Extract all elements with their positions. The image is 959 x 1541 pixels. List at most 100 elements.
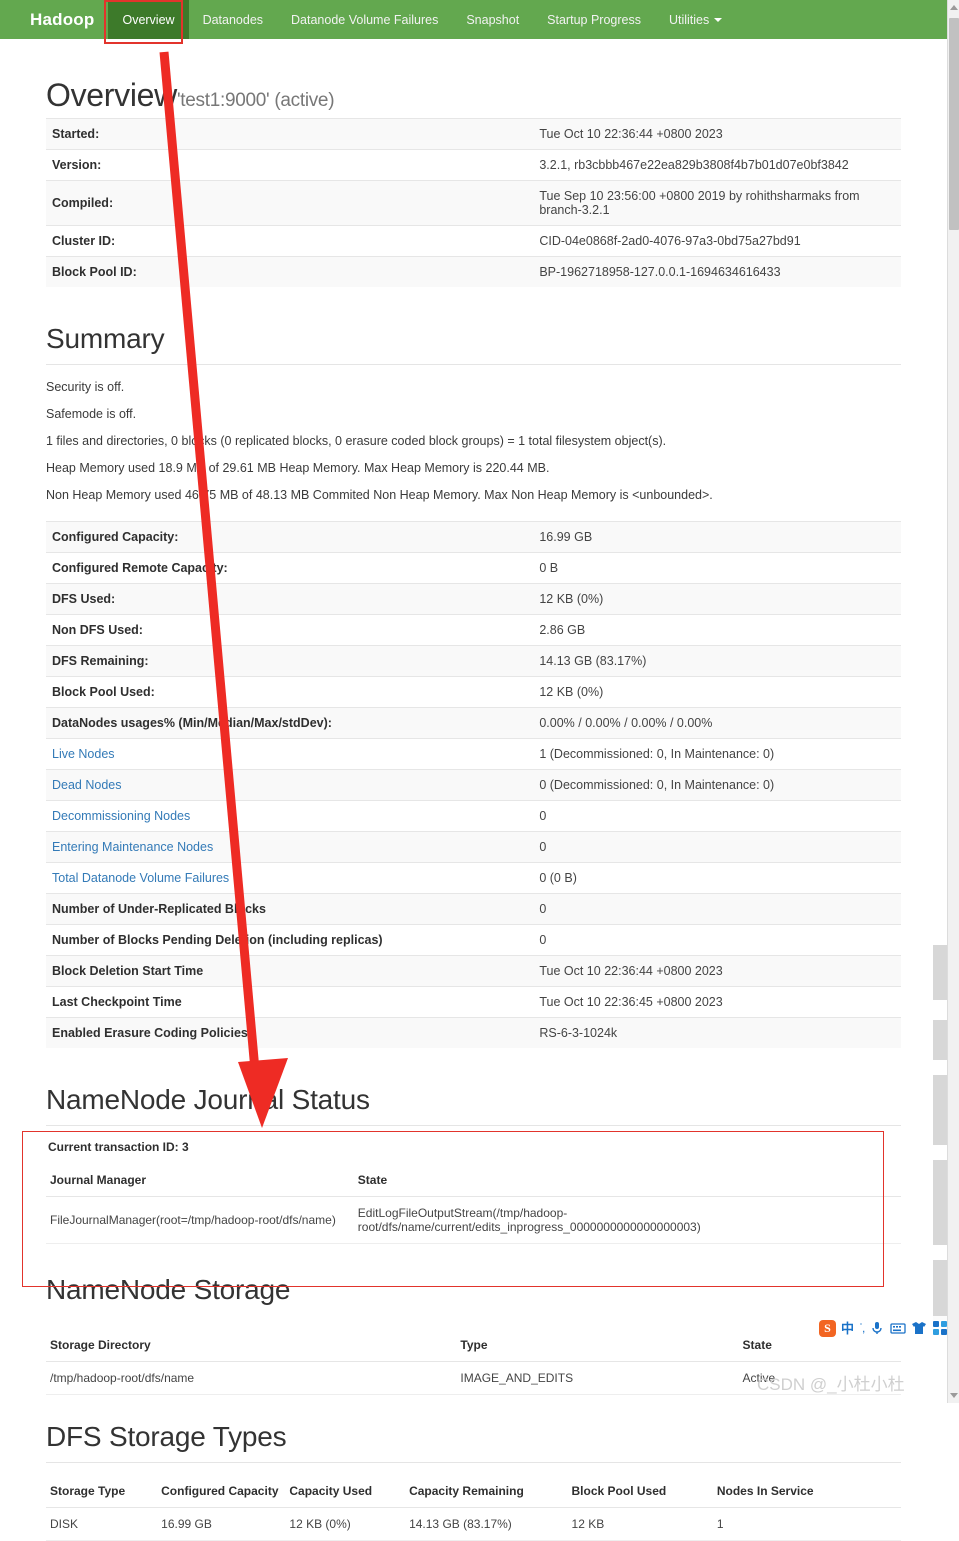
dfs-nodes-in-service-value: 1 <box>712 1507 901 1541</box>
keyboard-icon[interactable] <box>890 1320 907 1336</box>
table-row: Entering Maintenance Nodes 0 <box>46 831 901 863</box>
table-row: DFS Remaining: 14.13 GB (83.17%) <box>46 645 901 677</box>
table-row: DISK 16.99 GB 12 KB (0%) 14.13 GB (83.17… <box>46 1507 901 1541</box>
summary-row-value: 0 <box>533 800 901 832</box>
total-datanode-volume-failures-link[interactable]: Total Datanode Volume Failures <box>52 871 229 885</box>
table-row: Block Pool ID: BP-1962718958-127.0.0.1-1… <box>46 256 901 287</box>
summary-row-value: 12 KB (0%) <box>533 583 901 615</box>
summary-row-key: DataNodes usages% (Min/Median/Max/stdDev… <box>46 707 534 739</box>
page-title-text: Overview <box>46 77 177 113</box>
summary-row-value: 1 (Decommissioned: 0, In Maintenance: 0) <box>533 738 901 770</box>
storage-type-header: Type <box>456 1329 739 1363</box>
summary-row-value: 0 (0 B) <box>533 862 901 894</box>
summary-row-value: 12 KB (0%) <box>533 676 901 708</box>
apps-grid-icon[interactable] <box>932 1320 948 1336</box>
summary-row-key: Block Pool Used: <box>46 676 534 708</box>
skin-shirt-icon[interactable] <box>911 1320 927 1336</box>
summary-row-key-total-datanode-volume-failures: Total Datanode Volume Failures <box>46 862 534 894</box>
summary-row-value: 0 <box>533 893 901 925</box>
summary-row-value: 2.86 GB <box>533 614 901 646</box>
table-row: Compiled: Tue Sep 10 23:56:00 +0800 2019… <box>46 180 901 226</box>
journal-manager-value: FileJournalManager(root=/tmp/hadoop-root… <box>46 1196 354 1245</box>
summary-row-key-entering-maintenance-nodes: Entering Maintenance Nodes <box>46 831 534 863</box>
nav-item-datanodes-label: Datanodes <box>202 12 264 27</box>
journal-manager-header: Journal Manager <box>46 1164 354 1198</box>
overview-row-value: CID-04e0868f-2ad0-4076-97a3-0bd75a27bd91 <box>533 225 901 257</box>
dead-nodes-link[interactable]: Dead Nodes <box>52 778 122 792</box>
sogou-logo-icon[interactable]: S <box>819 1319 836 1337</box>
nav-item-datanode-volume-failures[interactable]: Datanode Volume Failures <box>277 0 452 39</box>
dfs-capacity-used-header: Capacity Used <box>285 1475 406 1509</box>
nav-item-datanodes[interactable]: Datanodes <box>189 0 277 39</box>
journal-state-header: State <box>353 1164 901 1198</box>
microphone-icon[interactable] <box>869 1320 885 1336</box>
punctuation-mode-icon[interactable]: ˈ, <box>859 1321 865 1335</box>
summary-row-key: DFS Used: <box>46 583 534 615</box>
summary-text-block: Security is off. Safemode is off. 1 file… <box>46 379 901 503</box>
table-row: Non DFS Used: 2.86 GB <box>46 614 901 646</box>
scrollbar-thumb[interactable] <box>949 18 959 230</box>
overview-row-value: BP-1962718958-127.0.0.1-1694634616433 <box>533 256 901 287</box>
summary-row-key: Non DFS Used: <box>46 614 534 646</box>
overview-row-value: 3.2.1, rb3cbbb467e22ea829b3808f4b7b01d07… <box>533 149 901 181</box>
dfs-storage-types-table: Storage Type Configured Capacity Capacit… <box>46 1475 901 1541</box>
decommissioning-nodes-link[interactable]: Decommissioning Nodes <box>52 809 190 823</box>
dfs-capacity-remaining-value: 14.13 GB (83.17%) <box>405 1507 568 1541</box>
table-row: Total Datanode Volume Failures 0 (0 B) <box>46 862 901 894</box>
overview-row-value: Tue Oct 10 22:36:44 +0800 2023 <box>533 118 901 150</box>
browser-scrollbar[interactable] <box>947 0 959 1403</box>
nav-item-snapshot-label: Snapshot <box>466 12 520 27</box>
summary-row-value: 0 <box>533 831 901 863</box>
dfs-capacity-used-value: 12 KB (0%) <box>285 1507 406 1541</box>
journal-state-value: EditLogFileOutputStream(/tmp/hadoop-root… <box>353 1196 901 1245</box>
table-row: /tmp/hadoop-root/dfs/name IMAGE_AND_EDIT… <box>46 1361 901 1396</box>
live-nodes-link[interactable]: Live Nodes <box>52 747 115 761</box>
journal-status-table: Journal Manager State FileJournalManager… <box>46 1164 901 1245</box>
nav-item-startup-progress[interactable]: Startup Progress <box>533 0 655 39</box>
overview-row-key: Started: <box>46 118 534 150</box>
entering-maintenance-nodes-link[interactable]: Entering Maintenance Nodes <box>52 840 213 854</box>
summary-row-value: 0 B <box>533 552 901 584</box>
sogou-ime-toolbar[interactable]: S 中 ˈ, <box>816 1316 952 1340</box>
namenode-storage-table: Storage Directory Type State /tmp/hadoop… <box>46 1329 901 1396</box>
scroll-segment <box>933 1260 947 1320</box>
summary-row-value: RS-6-3-1024k <box>533 1017 901 1049</box>
dfs-storage-type-value: DISK <box>46 1507 158 1541</box>
scroll-up-arrow-icon[interactable] <box>950 5 958 10</box>
journal-status-heading: NameNode Journal Status <box>46 1084 370 1116</box>
nav-item-utilities[interactable]: Utilities <box>655 0 736 39</box>
nav-item-datanode-volume-failures-label: Datanode Volume Failures <box>291 12 439 27</box>
table-header-row: Journal Manager State <box>46 1164 901 1198</box>
journal-divider <box>46 1125 901 1127</box>
summary-line: Non Heap Memory used 46.75 MB of 48.13 M… <box>46 487 713 502</box>
scroll-segment <box>933 945 947 1000</box>
summary-row-key: Last Checkpoint Time <box>46 986 534 1018</box>
dfs-storage-types-heading: DFS Storage Types <box>46 1421 287 1453</box>
summary-line: Security is off. <box>46 380 125 394</box>
dfs-storage-divider <box>46 1462 901 1464</box>
overview-row-key: Compiled: <box>46 180 534 226</box>
summary-row-key: Enabled Erasure Coding Policies <box>46 1017 534 1049</box>
dfs-block-pool-used-header: Block Pool Used <box>567 1475 713 1509</box>
summary-row-key: Number of Blocks Pending Deletion (inclu… <box>46 924 534 956</box>
overview-row-value: Tue Sep 10 23:56:00 +0800 2019 by rohith… <box>533 180 901 226</box>
table-row: Version: 3.2.1, rb3cbbb467e22ea829b3808f… <box>46 149 901 181</box>
scroll-down-arrow-icon[interactable] <box>950 1393 958 1398</box>
nav-item-overview[interactable]: Overview <box>108 0 189 39</box>
chinese-mode-icon[interactable]: 中 <box>841 1322 854 1335</box>
nav-item-snapshot[interactable]: Snapshot <box>452 0 533 39</box>
table-row: Number of Blocks Pending Deletion (inclu… <box>46 924 901 956</box>
hadoop-brand[interactable]: Hadoop <box>0 0 108 39</box>
summary-table: Configured Capacity: 16.99 GB Configured… <box>46 521 901 1049</box>
dfs-configured-capacity-value: 16.99 GB <box>157 1507 286 1541</box>
table-row: DFS Used: 12 KB (0%) <box>46 583 901 615</box>
chevron-down-icon <box>714 17 723 22</box>
table-row: Last Checkpoint Time Tue Oct 10 22:36:45… <box>46 986 901 1018</box>
table-row: Decommissioning Nodes 0 <box>46 800 901 832</box>
storage-directory-header: Storage Directory <box>46 1329 457 1363</box>
scroll-segment <box>933 1160 947 1245</box>
table-row: Enabled Erasure Coding Policies RS-6-3-1… <box>46 1017 901 1049</box>
overview-row-key: Version: <box>46 149 534 181</box>
summary-line: Safemode is off. <box>46 406 137 421</box>
summary-row-key: Block Deletion Start Time <box>46 955 534 987</box>
